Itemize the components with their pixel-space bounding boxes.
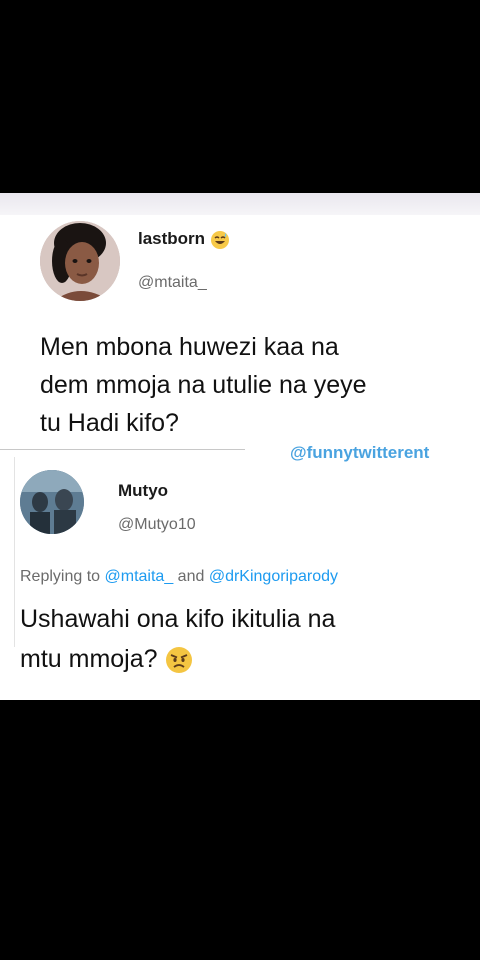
angry-face-emoji-icon: [165, 647, 192, 674]
reply-thread-line: [14, 457, 15, 647]
original-name-row[interactable]: lastborn: [138, 229, 230, 250]
original-handle[interactable]: @mtaita_: [138, 274, 207, 292]
mention-link[interactable]: @mtaita_: [105, 568, 174, 585]
page: { "original": { "display_name": "lastbor…: [0, 0, 480, 960]
top-bar: [0, 193, 480, 215]
reply-avatar[interactable]: [20, 470, 84, 534]
original-text-line: tu Hadi kifo?: [40, 409, 179, 437]
reply-tweet-text: Ushawahi ona kifo ikitulia na mtu mmoja?: [20, 599, 335, 679]
replying-conjunction: and: [177, 568, 205, 585]
replying-to-line: Replying to @mtaita_ and @drKingoriparod…: [20, 568, 338, 586]
original-tweet-text: Men mbona huwezi kaa na dem mmoja na utu…: [40, 328, 367, 442]
original-text-line: Men mbona huwezi kaa na: [40, 333, 339, 361]
reply-text-line-2: mtu mmoja?: [20, 639, 335, 679]
reply-handle[interactable]: @Mutyo10: [118, 516, 196, 534]
mention-link[interactable]: @drKingoriparody: [209, 568, 338, 585]
sweat-smile-emoji-icon: [210, 230, 229, 249]
reply-avatar-image-icon: [20, 470, 84, 534]
original-display-name: lastborn: [138, 229, 206, 248]
replying-prefix: Replying to: [20, 568, 101, 585]
tweet-screenshot-card: lastborn @mtaita_ Men mbona huwezi kaa n…: [0, 193, 480, 700]
reply-display-name[interactable]: Mutyo: [118, 481, 168, 501]
girl-avatar-icon: [40, 221, 120, 301]
divider: [0, 449, 245, 450]
reply-text-line: Ushawahi ona kifo ikitulia na: [20, 605, 336, 633]
reply-text-line: mtu mmoja?: [20, 645, 158, 673]
original-avatar[interactable]: [40, 221, 120, 301]
watermark: @funnytwitterent: [290, 443, 430, 462]
original-text-line: dem mmoja na utulie na yeye: [40, 371, 367, 399]
